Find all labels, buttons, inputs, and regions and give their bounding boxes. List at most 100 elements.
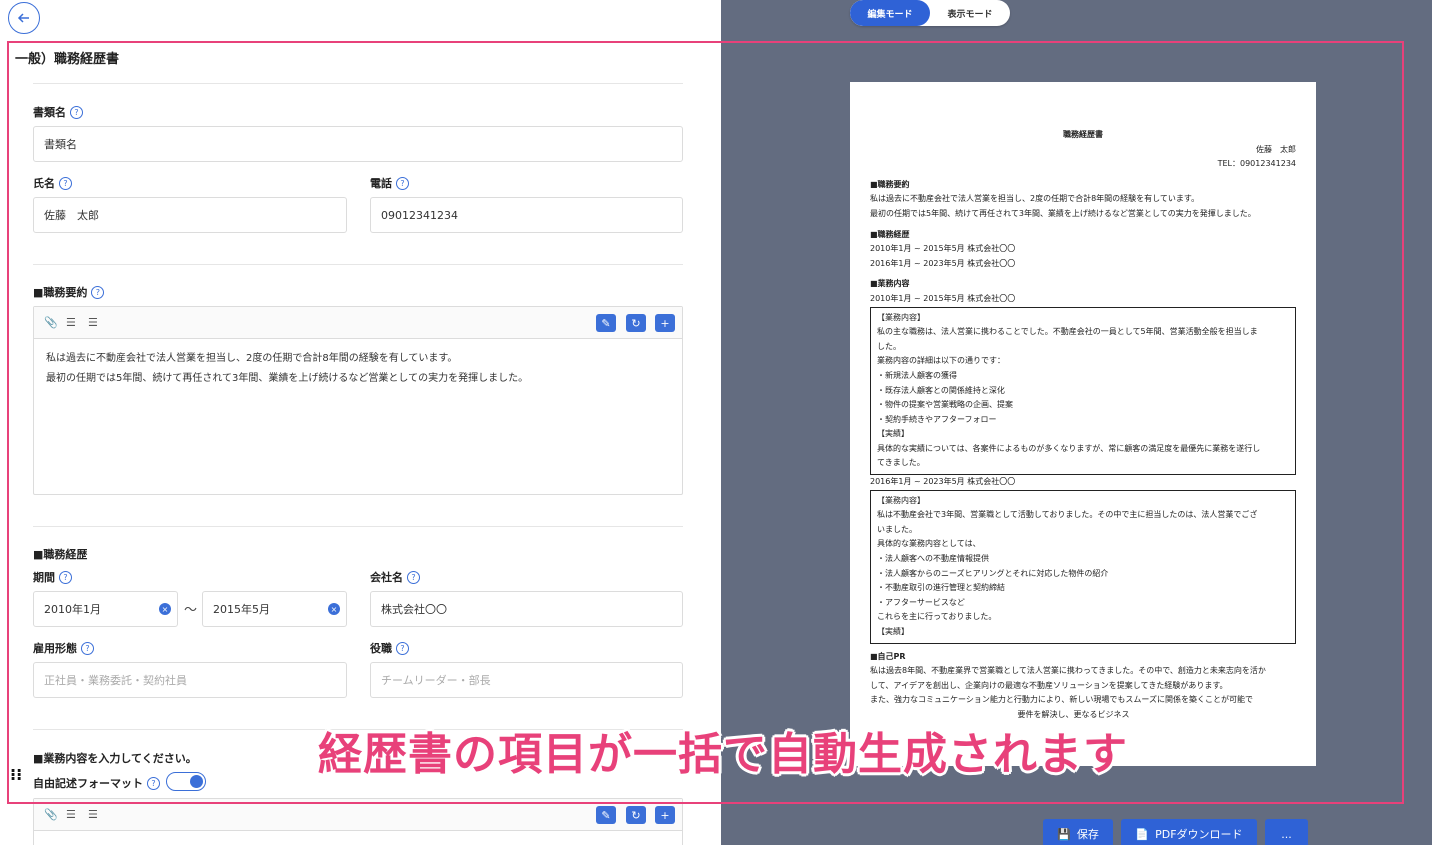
preview-text: 私は過去8年間、不動産業界で営業職として法人営業に携わってきました。その中で、創…: [870, 666, 1266, 676]
preview-title: 職務経歴書: [1063, 130, 1103, 139]
mode-switch[interactable]: 編集モード 表示モード: [850, 0, 1010, 26]
summary-line: 最初の任期では5年間、続けて再任されて3年間、業績を上げ続けるなど営業としての実…: [46, 373, 529, 384]
toggle-knob: [190, 775, 203, 788]
name-input[interactable]: 佐藤 太郎: [33, 197, 347, 233]
employment-input[interactable]: 正社員・業務委託・契約社員: [33, 662, 347, 698]
period-start-value: 2010年1月: [44, 603, 101, 616]
preview-text: 【業務内容】: [877, 312, 925, 322]
company-input[interactable]: 株式会社〇〇: [370, 591, 683, 627]
company-label-text: 会社名: [370, 571, 403, 584]
caption-banner: 経歴書の項目が一括で自動生成されます: [318, 729, 1128, 780]
period-end-input[interactable]: 2015年5月 ×: [202, 591, 347, 627]
editor-toolbar: 📎 ☰ ☰ ✎ ↻ +: [34, 307, 682, 339]
preview-text: 【業務内容】: [877, 495, 925, 505]
preview-text: ・アフターサービスなど: [877, 597, 965, 607]
position-input[interactable]: チームリーダー・部長: [370, 662, 683, 698]
preview-text: 2010年1月 ~ 2015年5月 株式会社〇〇: [870, 244, 1016, 254]
preview-duties-box: 【業務内容】 私の主な職務は、法人営業に携わることでした。不動産会社の一員として…: [870, 306, 1296, 476]
freeform-toggle[interactable]: [166, 772, 206, 791]
phone-input[interactable]: 09012341234: [370, 197, 683, 233]
divider: [33, 83, 683, 84]
preview-text: いました。: [877, 524, 917, 534]
refresh-icon[interactable]: ↻: [626, 806, 646, 824]
ordered-list-icon[interactable]: ☰: [66, 808, 76, 821]
back-button[interactable]: [8, 2, 40, 34]
bullet-list-icon[interactable]: ☰: [88, 316, 98, 329]
attach-icon[interactable]: 📎: [44, 808, 58, 821]
pdf-download-button[interactable]: 📄 PDFダウンロード: [1121, 819, 1257, 845]
preview-duties-box: 【業務内容】 私は不動産会社で3年間、営業職として活動しておりました。その中で主…: [870, 489, 1296, 644]
drag-handle-icon[interactable]: ⁝⁝: [10, 767, 22, 783]
document-title: 一般）職務経歴書: [15, 52, 120, 67]
range-separator: 〜: [184, 603, 198, 618]
duties-editor[interactable]: 📎 ☰ ☰ ✎ ↻ +: [33, 798, 683, 845]
summary-label: ■職務要約 ?: [33, 284, 105, 300]
preview-duties-heading: ■業務内容: [870, 279, 910, 289]
summary-editor[interactable]: 📎 ☰ ☰ ✎ ↻ + 私は過去に不動産会社で法人営業を担当し、2度の任期で合計…: [33, 306, 683, 495]
file-icon: 📄: [1135, 827, 1150, 841]
preview-text: 業務内容の詳細は以下の通りです：: [877, 356, 1005, 366]
preview-text: ・不動産取引の進行管理と契約締結: [877, 583, 1005, 593]
company-label: 会社名 ?: [370, 569, 420, 585]
clear-icon[interactable]: ×: [159, 603, 171, 615]
more-button[interactable]: ...: [1265, 819, 1308, 845]
attach-icon[interactable]: 📎: [44, 316, 58, 329]
summary-line: 私は過去に不動産会社で法人営業を担当し、2度の任期で合計8年間の経験を有していま…: [46, 353, 458, 364]
name-label: 氏名 ?: [33, 175, 72, 191]
ordered-list-icon[interactable]: ☰: [66, 316, 76, 329]
edit-icon[interactable]: ✎: [596, 314, 616, 332]
preview-text: てきました。: [877, 458, 925, 468]
period-start-input[interactable]: 2010年1月 ×: [33, 591, 178, 627]
bullet-list-icon[interactable]: ☰: [88, 808, 98, 821]
help-icon[interactable]: ?: [91, 285, 105, 299]
employment-label: 雇用形態 ?: [33, 640, 94, 656]
preview-text: ・既存法人顧客との関係維持と深化: [877, 385, 1005, 395]
preview-tel: TEL：09012341234: [1217, 159, 1296, 169]
save-label: 保存: [1076, 828, 1099, 841]
duties-label: ■業務内容を入力してください。: [33, 752, 197, 765]
help-icon[interactable]: ?: [81, 641, 94, 655]
doc-name-input[interactable]: 書類名: [33, 126, 683, 162]
help-icon[interactable]: ?: [147, 776, 160, 790]
preview-text: 私は不動産会社で3年間、営業職として活動しておりました。その中で主に担当したのは…: [877, 510, 1258, 520]
summary-label-text: ■職務要約: [33, 286, 88, 299]
help-icon[interactable]: ?: [70, 105, 83, 119]
edit-mode-button[interactable]: 編集モード: [850, 0, 930, 26]
summary-text[interactable]: 私は過去に不動産会社で法人営業を担当し、2度の任期で合計8年間の経験を有していま…: [34, 339, 682, 399]
preview-text: して、アイデアを創出し、企業向けの最適な不動産ソリューションを提案してきた経験が…: [870, 680, 1228, 690]
clear-icon[interactable]: ×: [328, 603, 340, 615]
save-button[interactable]: 💾 保存: [1043, 819, 1113, 845]
help-icon[interactable]: ?: [59, 176, 72, 190]
view-mode-button[interactable]: 表示モード: [930, 0, 1010, 26]
help-icon[interactable]: ?: [59, 570, 72, 584]
refresh-icon[interactable]: ↻: [626, 314, 646, 332]
divider: [33, 264, 683, 265]
help-icon[interactable]: ?: [407, 570, 420, 584]
preview-text: 具体的な業務内容としては、: [877, 539, 981, 549]
doc-name-label-text: 書類名: [33, 106, 66, 119]
freeform-label-text: 自由記述フォーマット: [33, 777, 143, 790]
help-icon[interactable]: ?: [396, 176, 409, 190]
edit-icon[interactable]: ✎: [596, 806, 616, 824]
preview-text: ・契約手続きやアフターフォロー: [877, 414, 997, 424]
arrow-left-icon: [17, 13, 29, 23]
preview-history-heading: ■職務経歴: [870, 229, 910, 239]
divider: [33, 526, 683, 527]
preview-text: これらを主に行っておりました。: [877, 612, 997, 622]
preview-text: 最初の任期では5年間、続けて再任されて3年間、業績を上げ続けるなど営業としての実…: [870, 208, 1256, 218]
preview-text: した。: [877, 341, 901, 351]
preview-text: 【実績】: [877, 627, 909, 636]
add-icon[interactable]: +: [655, 806, 675, 824]
position-label-text: 役職: [370, 642, 392, 655]
help-icon[interactable]: ?: [396, 641, 409, 655]
preview-text: ・法人顧客からのニーズヒアリングとそれに対応した物件の紹介: [877, 568, 1109, 578]
preview-summary-heading: ■職務要約: [870, 179, 910, 189]
add-icon[interactable]: +: [655, 314, 675, 332]
preview-text: ・物件の提案や営業戦略の企画、提案: [877, 400, 1013, 410]
preview-text: 2016年1月 ~ 2023年5月 株式会社〇〇: [870, 477, 1016, 487]
preview-text: ・新規法人顧客の獲得: [877, 370, 957, 380]
preview-text: 2016年1月 ~ 2023年5月 株式会社〇〇: [870, 258, 1016, 268]
freeform-label: 自由記述フォーマット ?: [33, 775, 160, 791]
period-label-text: 期間: [33, 571, 55, 584]
preview-name: 佐藤 太郎: [1256, 144, 1296, 154]
